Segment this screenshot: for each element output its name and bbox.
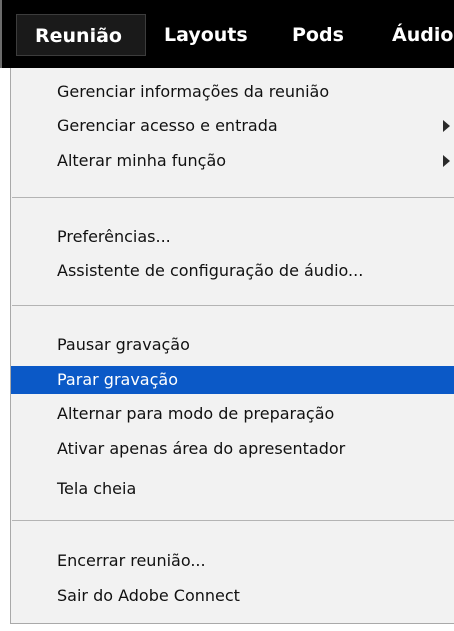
menu-item-switch-prepare-mode[interactable]: Alternar para modo de preparação: [11, 400, 454, 428]
left-margin: [0, 68, 10, 628]
menu-item-label: Pausar gravação: [57, 335, 190, 354]
menu-item-pause-recording[interactable]: Pausar gravação: [11, 331, 454, 359]
menu-item-label: Alterar minha função: [57, 151, 227, 170]
menu-item-preferences[interactable]: Preferências...: [11, 223, 454, 251]
menu-item-end-meeting[interactable]: Encerrar reunião...: [11, 547, 454, 575]
menu-item-label: Gerenciar acesso e entrada: [57, 116, 278, 135]
menu-item-change-my-role[interactable]: Alterar minha função: [11, 147, 454, 175]
menu-reuniao[interactable]: Reunião: [16, 14, 146, 56]
menu-pods[interactable]: Pods: [292, 14, 344, 56]
menu-item-stop-recording[interactable]: Parar gravação: [11, 366, 454, 394]
menu-item-label: Sair do Adobe Connect: [57, 586, 240, 605]
menu-bar: Reunião Layouts Pods Áudio: [0, 0, 454, 68]
submenu-arrow-icon: [443, 155, 450, 167]
menu-item-manage-access-entry[interactable]: Gerenciar acesso e entrada: [11, 112, 454, 140]
menu-item-label: Preferências...: [57, 227, 171, 246]
menu-item-label: Parar gravação: [57, 370, 178, 389]
menu-item-label: Ativar apenas área do apresentador: [57, 439, 346, 458]
menu-item-audio-setup-wizard[interactable]: Assistente de configuração de áudio...: [11, 257, 454, 285]
menu-item-label: Tela cheia: [57, 479, 137, 498]
submenu-arrow-icon: [443, 120, 450, 132]
menu-item-label: Gerenciar informações da reunião: [57, 82, 330, 101]
menu-separator: [12, 520, 454, 521]
menu-item-label: Assistente de configuração de áudio...: [57, 261, 364, 280]
menu-item-presenter-only-area[interactable]: Ativar apenas área do apresentador: [11, 435, 454, 463]
menu-layouts[interactable]: Layouts: [164, 14, 248, 56]
screen: Reunião Layouts Pods Áudio Gerenciar inf…: [0, 0, 454, 631]
menu-item-label: Encerrar reunião...: [57, 551, 206, 570]
menu-item-exit-adobe-connect[interactable]: Sair do Adobe Connect: [11, 582, 454, 610]
menu-audio[interactable]: Áudio: [392, 14, 453, 56]
menu-item-label: Alternar para modo de preparação: [57, 404, 335, 423]
menu-separator: [12, 305, 454, 306]
menu-separator: [12, 197, 454, 198]
menu-item-full-screen[interactable]: Tela cheia: [11, 475, 454, 503]
menu-item-manage-meeting-info[interactable]: Gerenciar informações da reunião: [11, 78, 454, 106]
reuniao-dropdown-menu: Gerenciar informações da reunião Gerenci…: [10, 68, 454, 624]
